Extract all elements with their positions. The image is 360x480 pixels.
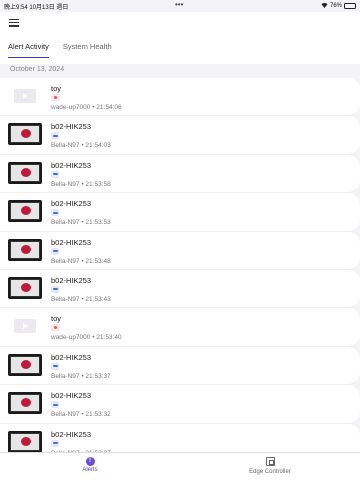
- bottom-nav: ! Alerts Edge Controller: [0, 452, 360, 480]
- snapshot-thumbnail[interactable]: [8, 276, 42, 299]
- hamburger-menu-icon[interactable]: [9, 19, 19, 27]
- alert-row[interactable]: b02-HIK253 Bella-N97 • 21:53:43: [0, 269, 360, 309]
- video-placeholder-icon[interactable]: [14, 319, 36, 334]
- tab-system-health[interactable]: System Health: [63, 42, 112, 58]
- alert-meta: Bella-N97 • 21:53:58: [51, 180, 111, 188]
- vehicle-icon: [51, 439, 59, 447]
- alert-meta: wade-up7000 • 21:54:06: [51, 104, 122, 111]
- snapshot-thumbnail[interactable]: [8, 123, 42, 146]
- alert-meta: Bella-N97 • 21:53:48: [51, 257, 111, 265]
- nav-alerts[interactable]: ! Alerts: [80, 457, 100, 473]
- chip-icon: [265, 457, 275, 466]
- multitask-dots[interactable]: •••: [175, 0, 183, 9]
- vehicle-icon: [51, 170, 59, 178]
- alert-title: b02-HIK253: [51, 237, 92, 247]
- alert-meta: Bella-N97 • 21:54:03: [51, 142, 111, 150]
- vehicle-icon: [51, 285, 59, 293]
- alert-title: b02-HIK253: [51, 391, 92, 401]
- alert-title: b02-HIK253: [51, 122, 92, 132]
- vehicle-icon: [51, 362, 59, 370]
- battery-percent: 76%: [329, 3, 342, 9]
- alert-title: toy: [51, 84, 62, 93]
- snapshot-thumbnail[interactable]: [8, 430, 42, 452]
- status-bar: 晚上9:54 10月13日 週日 ••• 76%: [0, 0, 360, 12]
- alert-row[interactable]: b02-HIK253 Bella-N97 • 21:53:53: [0, 193, 360, 232]
- snapshot-thumbnail[interactable]: [8, 200, 42, 223]
- alert-title: toy: [51, 314, 62, 324]
- vehicle-icon: [51, 401, 59, 409]
- alert-title: b02-HIK253: [51, 160, 92, 170]
- alert-row[interactable]: toy wade-up7000 • 21:53:40: [0, 308, 360, 347]
- alert-title: b02-HIK253: [51, 352, 92, 362]
- alert-meta: Bella-N97 • 21:53:32: [51, 411, 111, 419]
- alert-title: b02-HIK253: [51, 429, 92, 439]
- alert-row[interactable]: b02-HIK253Bella-N97 • 21:53:27: [0, 423, 360, 452]
- alert-meta: Bella-N97 • 21:53:37: [51, 372, 111, 380]
- vehicle-icon: [51, 247, 59, 255]
- vehicle-icon: [51, 132, 59, 140]
- battery-icon: [344, 3, 356, 9]
- person-icon: [51, 324, 59, 332]
- nav-edge-controller-label: Edge Controller: [249, 469, 291, 475]
- alert-list[interactable]: toy wade-up7000 • 21:54:06 b02-HIK253 Bella…: [0, 78, 360, 452]
- wifi-icon: [321, 2, 328, 10]
- snapshot-thumbnail[interactable]: [8, 353, 42, 376]
- alert-row[interactable]: b02-HIK253 Bella-N97 • 21:53:58: [0, 154, 360, 194]
- app-header: Alert Activity System Health: [0, 12, 360, 64]
- snapshot-thumbnail[interactable]: [8, 161, 42, 184]
- alert-row[interactable]: b02-HIK253 Bella-N97 • 21:53:48: [0, 231, 360, 270]
- vehicle-icon: [51, 209, 59, 217]
- nav-edge-controller[interactable]: Edge Controller: [240, 457, 300, 475]
- snapshot-thumbnail[interactable]: [8, 238, 42, 261]
- date-group-label: October 13, 2024: [10, 66, 65, 73]
- status-time: 晚上9:54 10月13日 週日: [4, 5, 69, 11]
- alert-row[interactable]: b02-HIK253 Bella-N97 • 21:54:03: [0, 116, 360, 155]
- alert-row[interactable]: b02-HIK253 Bella-N97 • 21:53:37: [0, 346, 360, 386]
- status-indicators: 76%: [321, 2, 356, 10]
- alert-title: b02-HIK253: [51, 199, 92, 209]
- alert-badge-icon: !: [85, 457, 95, 466]
- nav-alerts-label: Alerts: [82, 467, 98, 473]
- alert-row[interactable]: b02-HIK253 Bella-N97 • 21:53:32: [0, 385, 360, 424]
- alert-meta: Bella-N97 • 21:53:53: [51, 219, 111, 227]
- person-icon: [51, 94, 59, 101]
- alert-title: b02-HIK253: [51, 275, 92, 285]
- video-placeholder-icon[interactable]: [14, 89, 36, 103]
- snapshot-thumbnail[interactable]: [8, 392, 42, 415]
- alert-meta: Bella-N97 • 21:53:43: [51, 295, 111, 303]
- alert-row[interactable]: toy wade-up7000 • 21:54:06: [0, 78, 360, 117]
- tab-bar: Alert Activity System Health: [8, 42, 112, 58]
- tab-alert-activity[interactable]: Alert Activity: [8, 42, 49, 58]
- alert-meta: wade-up7000 • 21:53:40: [51, 334, 122, 342]
